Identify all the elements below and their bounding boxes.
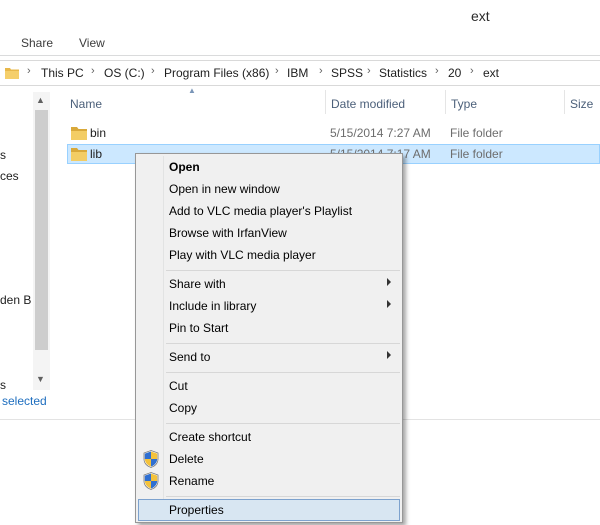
scroll-up-icon[interactable]: ▲ [36,95,45,105]
menu-item-label: Open in new window [169,182,280,196]
sort-ascending-icon: ▲ [188,86,196,95]
menu-item-pin-to-start[interactable]: Pin to Start [138,317,400,339]
breadcrumb-statistics[interactable]: Statistics [379,66,427,80]
file-type: File folder [450,126,503,140]
menu-item-browse-irfanview[interactable]: Browse with IrfanView [138,222,400,244]
nav-scrollbar-thumb[interactable] [35,110,48,350]
menu-separator [166,372,400,373]
menu-item-copy[interactable]: Copy [138,397,400,419]
menu-item-include-in-library[interactable]: Include in library [138,295,400,317]
menu-item-label: Delete [169,452,204,466]
uac-shield-icon [143,450,159,468]
folder-icon [71,148,87,161]
menu-item-delete[interactable]: Delete [138,448,400,470]
folder-icon [5,68,19,79]
menu-separator [166,343,400,344]
navigation-pane[interactable]: s ces den B s ▲ ▼ [0,90,50,420]
menu-item-label: Cut [169,379,188,393]
column-header-name[interactable]: Name [70,97,102,111]
breadcrumb-ext[interactable]: ext [483,66,499,80]
column-divider[interactable] [325,90,326,114]
nav-item[interactable]: den B [0,293,31,307]
submenu-arrow-icon [387,278,391,286]
nav-item[interactable]: s [0,378,6,392]
menu-separator [166,270,400,271]
breadcrumb-program-files-x86[interactable]: Program Files (x86) [164,66,269,80]
menu-item-label: Send to [169,350,211,364]
menu-item-label: Create shortcut [169,430,252,444]
menu-item-properties[interactable]: Properties [138,499,400,521]
menu-item-rename[interactable]: Rename [138,470,400,492]
address-bar[interactable]: › This PC › OS (C:) › Program Files (x86… [0,60,600,86]
breadcrumb-20[interactable]: 20 [448,66,461,80]
column-divider[interactable] [445,90,446,114]
file-name: bin [90,126,107,140]
menu-item-share-with[interactable]: Share with [138,273,400,295]
column-divider[interactable] [564,90,565,114]
menu-item-play-vlc[interactable]: Play with VLC media player [138,244,400,266]
menu-item-add-vlc-playlist[interactable]: Add to VLC media player's Playlist [138,200,400,222]
menu-item-label: Play with VLC media player [169,248,316,262]
menu-item-label: Rename [169,474,215,488]
submenu-arrow-icon [387,351,391,359]
chevron-right-icon[interactable]: › [470,65,474,77]
chevron-right-icon[interactable]: › [27,65,31,77]
file-name: lib [90,147,103,161]
file-type: File folder [450,147,503,161]
context-menu: Open Open in new window Add to VLC media… [135,153,403,523]
menu-item-label: Open [169,160,200,174]
scroll-down-icon[interactable]: ▼ [36,374,45,384]
tab-view[interactable]: View [79,36,105,50]
menu-item-open[interactable]: Open [138,156,400,178]
menu-item-create-shortcut[interactable]: Create shortcut [138,426,400,448]
menu-item-send-to[interactable]: Send to [138,346,400,368]
chevron-right-icon[interactable]: › [435,65,439,77]
menu-item-label: Copy [169,401,198,415]
nav-item[interactable]: ces [0,169,19,183]
column-header-date-modified[interactable]: Date modified [331,97,405,111]
menu-separator [166,423,400,424]
breadcrumb-this-pc[interactable]: This PC [41,66,84,80]
title-bar: ext [0,0,600,32]
menu-separator [166,496,400,497]
menu-item-open-new-window[interactable]: Open in new window [138,178,400,200]
window-title: ext [471,8,490,24]
menu-item-label: Properties [169,503,224,517]
breadcrumb-spss[interactable]: SPSS [331,66,363,80]
file-date-modified: 5/15/2014 7:27 AM [330,126,431,140]
file-row-bin[interactable]: bin 5/15/2014 7:27 AM File folder [67,123,600,143]
chevron-right-icon[interactable]: › [367,65,371,77]
breadcrumb-os-c[interactable]: OS (C:) [104,66,145,80]
uac-shield-icon [143,472,159,490]
submenu-arrow-icon [387,300,391,308]
column-header-type[interactable]: Type [451,97,477,111]
column-header-size[interactable]: Size [570,97,593,111]
menu-item-label: Pin to Start [169,321,229,335]
chevron-right-icon[interactable]: › [151,65,155,77]
ribbon: Share View [0,32,600,56]
menu-item-label: Browse with IrfanView [169,226,287,240]
tab-share[interactable]: Share [21,36,53,50]
chevron-right-icon[interactable]: › [319,65,323,77]
menu-item-label: Share with [169,277,226,291]
chevron-right-icon[interactable]: › [275,65,279,77]
folder-icon [71,127,87,140]
menu-item-label: Add to VLC media player's Playlist [169,204,353,218]
chevron-right-icon[interactable]: › [91,65,95,77]
status-selected-text: selected [2,394,47,408]
nav-item[interactable]: s [0,148,6,162]
menu-item-cut[interactable]: Cut [138,375,400,397]
breadcrumb-ibm[interactable]: IBM [287,66,308,80]
menu-item-label: Include in library [169,299,257,313]
